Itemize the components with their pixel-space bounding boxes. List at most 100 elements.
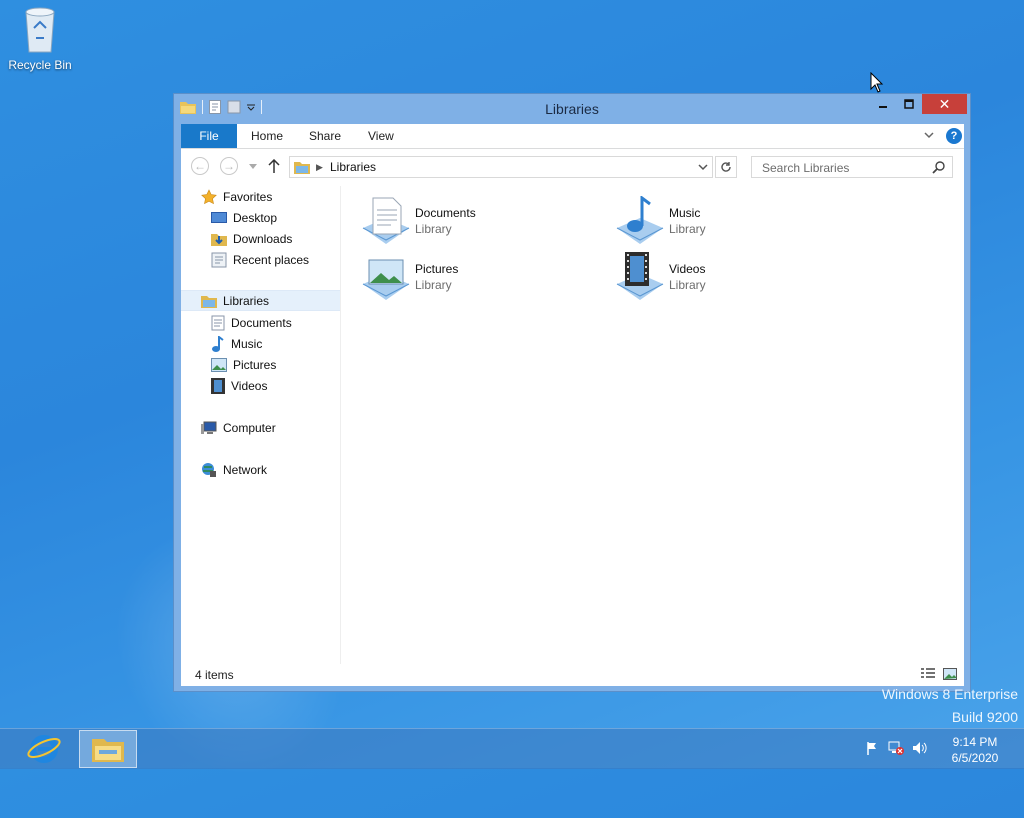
sidebar-item-label: Videos: [231, 378, 268, 393]
videos-library-icon: [616, 252, 664, 300]
music-note-icon: [212, 335, 224, 352]
sidebar-item-label: Pictures: [233, 357, 277, 372]
library-item-videos[interactable]: Videos Library: [605, 252, 845, 302]
sidebar-item-recent-places[interactable]: Recent places: [211, 249, 309, 270]
large-icons-view-icon[interactable]: [943, 668, 957, 680]
item-type: Library: [415, 278, 452, 292]
sidebar-item-libraries[interactable]: Libraries: [181, 290, 340, 311]
expand-ribbon-icon[interactable]: [923, 129, 935, 141]
minimize-icon: [879, 106, 887, 108]
sidebar-item-label: Desktop: [233, 210, 278, 225]
item-name: Music: [669, 206, 701, 220]
library-item-pictures[interactable]: Pictures Library: [351, 252, 591, 302]
mouse-cursor-icon: [870, 72, 884, 93]
libraries-icon: [201, 295, 217, 308]
forward-button[interactable]: →: [220, 157, 238, 175]
volume-icon[interactable]: [912, 741, 928, 755]
film-icon: [211, 377, 225, 394]
system-tray: [866, 741, 928, 755]
search-input[interactable]: [760, 160, 934, 176]
navigation-pane: Favorites Desktop Downloads Recent place…: [181, 186, 341, 664]
close-button[interactable]: ✕: [922, 94, 967, 114]
breadcrumb-separator[interactable]: ▶: [316, 162, 323, 173]
recycle-bin-icon: [25, 7, 55, 53]
file-list: Documents Library Music Library Pictures…: [341, 186, 964, 664]
tab-home[interactable]: Home: [251, 124, 283, 148]
search-icon[interactable]: [932, 160, 946, 174]
libraries-icon: [294, 162, 310, 174]
sidebar-item-label: Recent places: [233, 252, 310, 267]
tab-file[interactable]: File: [181, 124, 237, 148]
item-name: Pictures: [415, 262, 459, 276]
item-count: 4 items: [195, 668, 234, 682]
refresh-icon: [721, 162, 731, 172]
up-arrow-icon[interactable]: [268, 159, 280, 173]
documents-icon: [211, 315, 225, 330]
recent-locations-icon[interactable]: [249, 164, 257, 170]
recent-places-icon: [211, 252, 227, 267]
sidebar-item-label: Music: [231, 336, 263, 351]
item-type: Library: [669, 278, 706, 292]
pictures-library-icon: [362, 259, 410, 300]
status-bar: 4 items: [181, 664, 964, 686]
recycle-bin[interactable]: Recycle Bin: [6, 6, 74, 72]
internet-explorer-icon: [27, 735, 61, 763]
sidebar-item-desktop[interactable]: Desktop: [211, 207, 277, 228]
library-item-music[interactable]: Music Library: [605, 196, 845, 246]
details-view-icon[interactable]: [921, 668, 935, 680]
help-icon[interactable]: ?: [946, 128, 962, 144]
sidebar-item-pictures[interactable]: Pictures: [211, 354, 276, 375]
title-bar[interactable]: Libraries ✕: [174, 94, 970, 124]
star-icon: [201, 188, 217, 204]
sidebar-item-computer[interactable]: Computer: [201, 417, 276, 438]
item-type: Library: [669, 222, 706, 236]
watermark-edition: Windows 8 Enterprise: [881, 686, 1018, 702]
pictures-icon: [211, 357, 227, 372]
breadcrumb[interactable]: Libraries: [330, 160, 376, 174]
computer-icon: [201, 421, 217, 434]
address-bar[interactable]: ▶ Libraries: [289, 156, 713, 178]
item-type: Library: [415, 222, 452, 236]
taskbar-clock[interactable]: 9:14 PM 6/5/2020: [942, 734, 1008, 766]
library-item-documents[interactable]: Documents Library: [351, 196, 591, 246]
explorer-window: Libraries ✕ File Home Share View ? ← → ▶…: [173, 93, 971, 692]
navigation-bar: ← → ▶ Libraries: [181, 148, 964, 186]
downloads-icon: [211, 233, 227, 246]
search-box[interactable]: [751, 156, 953, 178]
chevron-down-icon[interactable]: [698, 163, 708, 171]
documents-library-icon: [362, 197, 410, 244]
sidebar-item-label: Network: [223, 462, 268, 477]
ribbon-tabs: File Home Share View ?: [181, 124, 964, 149]
sidebar-item-label: Documents: [231, 315, 292, 330]
recycle-bin-label: Recycle Bin: [8, 58, 72, 72]
sidebar-item-downloads[interactable]: Downloads: [211, 228, 292, 249]
maximize-icon: [904, 99, 914, 109]
clock-time: 9:14 PM: [952, 735, 998, 749]
sidebar-item-music[interactable]: Music: [211, 333, 262, 354]
watermark-build: Build 9200: [951, 709, 1018, 725]
sidebar-item-label: Computer: [223, 420, 276, 435]
music-library-icon: [616, 196, 664, 244]
sidebar-item-label: Favorites: [223, 189, 273, 204]
sidebar-item-documents[interactable]: Documents: [211, 312, 292, 333]
internet-explorer-button[interactable]: [26, 731, 66, 767]
sidebar-item-videos[interactable]: Videos: [211, 375, 267, 396]
action-center-flag-icon[interactable]: [866, 741, 880, 755]
close-icon: ✕: [938, 95, 951, 112]
file-explorer-icon: [92, 739, 124, 762]
minimize-button[interactable]: [870, 94, 896, 114]
network-icon: [202, 462, 216, 477]
desktop-icon: [211, 211, 227, 223]
tab-view[interactable]: View: [368, 124, 394, 148]
refresh-button[interactable]: [715, 156, 737, 178]
back-button[interactable]: ←: [191, 157, 209, 175]
taskbar: 9:14 PM 6/5/2020: [0, 728, 1024, 769]
maximize-button[interactable]: [896, 94, 922, 114]
clock-date: 6/5/2020: [951, 751, 999, 765]
sidebar-item-network[interactable]: Network: [201, 459, 267, 480]
window-title: Libraries: [545, 101, 599, 117]
sidebar-item-favorites[interactable]: Favorites: [201, 186, 272, 207]
file-explorer-button[interactable]: [79, 730, 137, 768]
network-disconnected-icon[interactable]: [888, 741, 904, 755]
tab-share[interactable]: Share: [309, 124, 341, 148]
